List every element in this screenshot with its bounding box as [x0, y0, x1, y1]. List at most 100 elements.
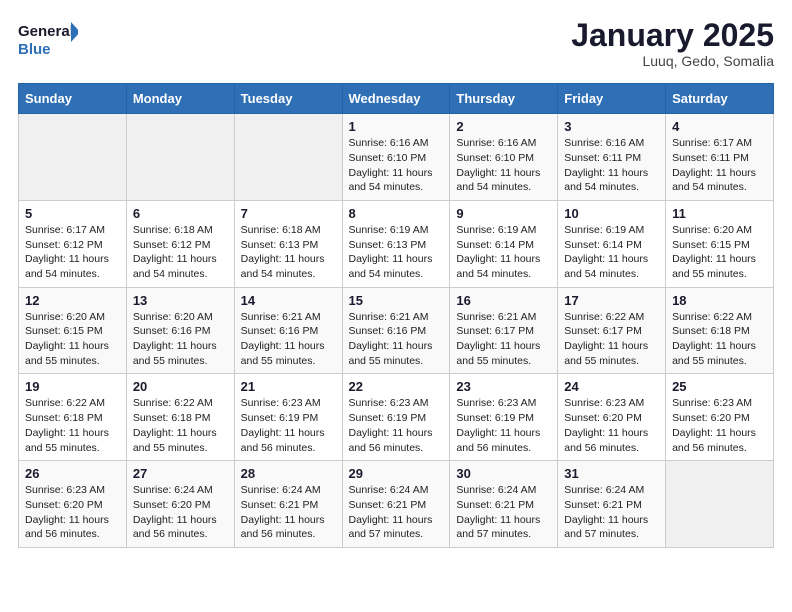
day-info: Sunrise: 6:23 AMSunset: 6:19 PMDaylight:… — [456, 396, 551, 455]
day-info: Sunrise: 6:16 AMSunset: 6:11 PMDaylight:… — [564, 136, 659, 195]
day-info: Sunrise: 6:22 AMSunset: 6:18 PMDaylight:… — [672, 310, 767, 369]
day-info: Sunrise: 6:24 AMSunset: 6:20 PMDaylight:… — [133, 483, 228, 542]
day-number: 28 — [241, 466, 336, 481]
day-number: 12 — [25, 293, 120, 308]
page: General Blue January 2025 Luuq, Gedo, So… — [0, 0, 792, 612]
calendar-cell: 15 Sunrise: 6:21 AMSunset: 6:16 PMDayligh… — [342, 287, 450, 374]
col-monday: Monday — [126, 84, 234, 114]
day-number: 16 — [456, 293, 551, 308]
day-number: 7 — [241, 206, 336, 221]
day-info: Sunrise: 6:24 AMSunset: 6:21 PMDaylight:… — [241, 483, 336, 542]
calendar-cell: 10 Sunrise: 6:19 AMSunset: 6:14 PMDayligh… — [558, 200, 666, 287]
calendar-cell: 7 Sunrise: 6:18 AMSunset: 6:13 PMDaylight… — [234, 200, 342, 287]
day-number: 18 — [672, 293, 767, 308]
day-info: Sunrise: 6:22 AMSunset: 6:17 PMDaylight:… — [564, 310, 659, 369]
calendar-cell: 29 Sunrise: 6:24 AMSunset: 6:21 PMDayligh… — [342, 461, 450, 548]
calendar-cell — [19, 114, 127, 201]
day-number: 21 — [241, 379, 336, 394]
calendar-week-row: 19 Sunrise: 6:22 AMSunset: 6:18 PMDayligh… — [19, 374, 774, 461]
day-number: 15 — [349, 293, 444, 308]
day-number: 19 — [25, 379, 120, 394]
col-friday: Friday — [558, 84, 666, 114]
day-number: 5 — [25, 206, 120, 221]
calendar-cell: 26Sunrise: 6:23 AMSunset: 6:20 PMDayligh… — [19, 461, 127, 548]
day-info: Sunrise: 6:24 AMSunset: 6:21 PMDaylight:… — [349, 483, 444, 542]
logo: General Blue — [18, 18, 78, 62]
day-info: Sunrise: 6:23 AMSunset: 6:20 PMDaylight:… — [672, 396, 767, 455]
calendar-week-row: 26Sunrise: 6:23 AMSunset: 6:20 PMDayligh… — [19, 461, 774, 548]
calendar-cell: 1Sunrise: 6:16 AMSunset: 6:10 PMDaylight… — [342, 114, 450, 201]
day-info: Sunrise: 6:17 AMSunset: 6:11 PMDaylight:… — [672, 136, 767, 195]
day-info: Sunrise: 6:18 AMSunset: 6:13 PMDaylight:… — [241, 223, 336, 282]
page-subtitle: Luuq, Gedo, Somalia — [571, 53, 774, 69]
calendar-week-row: 1Sunrise: 6:16 AMSunset: 6:10 PMDaylight… — [19, 114, 774, 201]
day-number: 22 — [349, 379, 444, 394]
day-info: Sunrise: 6:21 AMSunset: 6:16 PMDaylight:… — [241, 310, 336, 369]
calendar-cell: 5Sunrise: 6:17 AMSunset: 6:12 PMDaylight… — [19, 200, 127, 287]
calendar-cell: 31 Sunrise: 6:24 AMSunset: 6:21 PMDayligh… — [558, 461, 666, 548]
day-info: Sunrise: 6:20 AMSunset: 6:15 PMDaylight:… — [25, 310, 120, 369]
day-info: Sunrise: 6:23 AMSunset: 6:20 PMDaylight:… — [564, 396, 659, 455]
col-tuesday: Tuesday — [234, 84, 342, 114]
calendar-cell: 2 Sunrise: 6:16 AMSunset: 6:10 PMDaylight… — [450, 114, 558, 201]
col-thursday: Thursday — [450, 84, 558, 114]
calendar-cell: 17 Sunrise: 6:22 AMSunset: 6:17 PMDayligh… — [558, 287, 666, 374]
day-number: 2 — [456, 119, 551, 134]
header-row: Sunday Monday Tuesday Wednesday Thursday… — [19, 84, 774, 114]
day-info: Sunrise: 6:16 AMSunset: 6:10 PMDaylight:… — [349, 136, 444, 195]
day-info: Sunrise: 6:19 AMSunset: 6:14 PMDaylight:… — [564, 223, 659, 282]
calendar-cell: 4Sunrise: 6:17 AMSunset: 6:11 PMDaylight… — [666, 114, 774, 201]
day-number: 9 — [456, 206, 551, 221]
day-info: Sunrise: 6:20 AMSunset: 6:15 PMDaylight:… — [672, 223, 767, 282]
calendar-cell: 30Sunrise: 6:24 AMSunset: 6:21 PMDayligh… — [450, 461, 558, 548]
calendar-cell: 23Sunrise: 6:23 AMSunset: 6:19 PMDayligh… — [450, 374, 558, 461]
day-info: Sunrise: 6:24 AMSunset: 6:21 PMDaylight:… — [564, 483, 659, 542]
calendar-cell: 11 Sunrise: 6:20 AMSunset: 6:15 PMDayligh… — [666, 200, 774, 287]
day-number: 11 — [672, 206, 767, 221]
calendar-table: Sunday Monday Tuesday Wednesday Thursday… — [18, 83, 774, 548]
day-info: Sunrise: 6:22 AMSunset: 6:18 PMDaylight:… — [25, 396, 120, 455]
day-number: 29 — [349, 466, 444, 481]
day-number: 20 — [133, 379, 228, 394]
day-info: Sunrise: 6:20 AMSunset: 6:16 PMDaylight:… — [133, 310, 228, 369]
calendar-cell — [234, 114, 342, 201]
col-saturday: Saturday — [666, 84, 774, 114]
logo-icon: General Blue — [18, 18, 78, 62]
day-number: 13 — [133, 293, 228, 308]
calendar-cell: 8 Sunrise: 6:19 AMSunset: 6:13 PMDaylight… — [342, 200, 450, 287]
day-number: 27 — [133, 466, 228, 481]
calendar-week-row: 12 Sunrise: 6:20 AMSunset: 6:15 PMDayligh… — [19, 287, 774, 374]
day-number: 10 — [564, 206, 659, 221]
day-number: 31 — [564, 466, 659, 481]
day-info: Sunrise: 6:21 AMSunset: 6:16 PMDaylight:… — [349, 310, 444, 369]
day-info: Sunrise: 6:16 AMSunset: 6:10 PMDaylight:… — [456, 136, 551, 195]
calendar-cell — [666, 461, 774, 548]
day-number: 25 — [672, 379, 767, 394]
day-number: 8 — [349, 206, 444, 221]
calendar-cell: 28 Sunrise: 6:24 AMSunset: 6:21 PMDayligh… — [234, 461, 342, 548]
col-sunday: Sunday — [19, 84, 127, 114]
day-number: 24 — [564, 379, 659, 394]
day-info: Sunrise: 6:23 AMSunset: 6:19 PMDaylight:… — [349, 396, 444, 455]
calendar-cell: 22 Sunrise: 6:23 AMSunset: 6:19 PMDayligh… — [342, 374, 450, 461]
calendar-cell: 3 Sunrise: 6:16 AMSunset: 6:11 PMDaylight… — [558, 114, 666, 201]
calendar-cell: 18 Sunrise: 6:22 AMSunset: 6:18 PMDayligh… — [666, 287, 774, 374]
calendar-cell: 14Sunrise: 6:21 AMSunset: 6:16 PMDayligh… — [234, 287, 342, 374]
page-title: January 2025 — [571, 18, 774, 53]
calendar-cell: 24 Sunrise: 6:23 AMSunset: 6:20 PMDayligh… — [558, 374, 666, 461]
day-number: 26 — [25, 466, 120, 481]
calendar-week-row: 5Sunrise: 6:17 AMSunset: 6:12 PMDaylight… — [19, 200, 774, 287]
day-info: Sunrise: 6:19 AMSunset: 6:13 PMDaylight:… — [349, 223, 444, 282]
calendar-cell: 16 Sunrise: 6:21 AMSunset: 6:17 PMDayligh… — [450, 287, 558, 374]
calendar-header: Sunday Monday Tuesday Wednesday Thursday… — [19, 84, 774, 114]
calendar-cell: 6Sunrise: 6:18 AMSunset: 6:12 PMDaylight… — [126, 200, 234, 287]
day-info: Sunrise: 6:21 AMSunset: 6:17 PMDaylight:… — [456, 310, 551, 369]
day-number: 3 — [564, 119, 659, 134]
day-number: 6 — [133, 206, 228, 221]
calendar-cell: 20Sunrise: 6:22 AMSunset: 6:18 PMDayligh… — [126, 374, 234, 461]
day-number: 17 — [564, 293, 659, 308]
title-block: January 2025 Luuq, Gedo, Somalia — [571, 18, 774, 69]
calendar-cell: 12 Sunrise: 6:20 AMSunset: 6:15 PMDayligh… — [19, 287, 127, 374]
calendar-body: 1Sunrise: 6:16 AMSunset: 6:10 PMDaylight… — [19, 114, 774, 548]
header: General Blue January 2025 Luuq, Gedo, So… — [18, 18, 774, 69]
